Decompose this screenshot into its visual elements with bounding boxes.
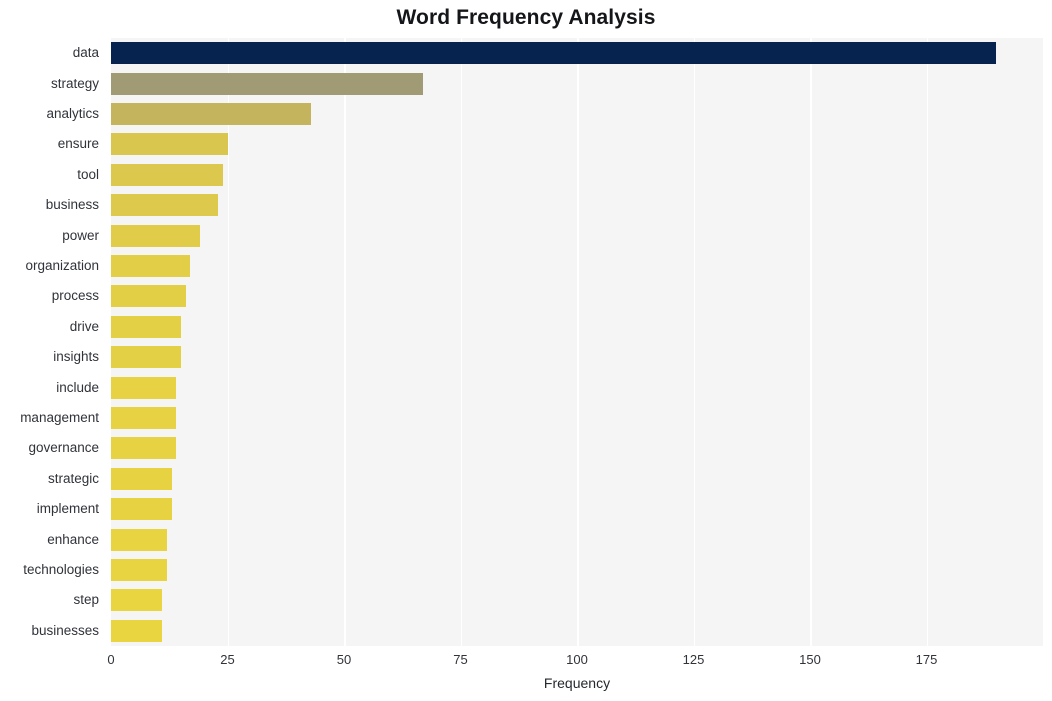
x-axis-title: Frequency: [111, 675, 1043, 691]
y-tick-label-analytics: analytics: [0, 107, 99, 121]
y-tick-label-implement: implement: [0, 502, 99, 516]
bar-fill: [111, 133, 228, 155]
bar-fill: [111, 225, 200, 247]
bar-fill: [111, 498, 172, 520]
plot-area: [111, 38, 1043, 646]
bar-fill: [111, 346, 181, 368]
bar-fill: [111, 437, 176, 459]
bar-strategy: [111, 73, 423, 95]
bar-fill: [111, 73, 423, 95]
y-tick-label-organization: organization: [0, 259, 99, 273]
bar-strategic: [111, 468, 172, 490]
y-tick-label-process: process: [0, 289, 99, 303]
bar-fill: [111, 164, 223, 186]
bar-fill: [111, 529, 167, 551]
y-tick-label-strategy: strategy: [0, 77, 99, 91]
bar-fill: [111, 285, 186, 307]
word-frequency-chart: Word Frequency Analysis data strategy anal…: [0, 0, 1052, 701]
bar-fill: [111, 255, 190, 277]
bar-fill: [111, 42, 996, 64]
y-tick-label-data: data: [0, 46, 99, 60]
bar-insights: [111, 346, 181, 368]
bar-include: [111, 377, 176, 399]
bar-management: [111, 407, 176, 429]
y-tick-label-business: business: [0, 198, 99, 212]
bar-organization: [111, 255, 190, 277]
bar-fill: [111, 103, 311, 125]
bar-implement: [111, 498, 172, 520]
y-tick-label-include: include: [0, 381, 99, 395]
bar-ensure: [111, 133, 228, 155]
y-tick-label-ensure: ensure: [0, 137, 99, 151]
x-tick-label-125: 125: [683, 652, 705, 667]
bar-technologies: [111, 559, 167, 581]
bar-fill: [111, 377, 176, 399]
bar-fill: [111, 468, 172, 490]
bar-fill: [111, 589, 162, 611]
bar-data: [111, 42, 996, 64]
bar-governance: [111, 437, 176, 459]
bar-fill: [111, 559, 167, 581]
y-tick-label-technologies: technologies: [0, 563, 99, 577]
y-tick-label-enhance: enhance: [0, 533, 99, 547]
bar-process: [111, 285, 186, 307]
bar-fill: [111, 194, 218, 216]
y-tick-label-insights: insights: [0, 350, 99, 364]
y-tick-label-step: step: [0, 593, 99, 607]
bars-layer: [111, 38, 1043, 646]
x-tick-label-175: 175: [916, 652, 938, 667]
x-tick-label-25: 25: [220, 652, 234, 667]
bar-step: [111, 589, 162, 611]
bar-business: [111, 194, 218, 216]
bar-fill: [111, 407, 176, 429]
x-tick-label-50: 50: [337, 652, 351, 667]
bar-fill: [111, 316, 181, 338]
y-tick-label-tool: tool: [0, 168, 99, 182]
y-tick-label-drive: drive: [0, 320, 99, 334]
x-tick-label-0: 0: [107, 652, 114, 667]
x-tick-label-75: 75: [453, 652, 467, 667]
y-tick-label-businesses: businesses: [0, 624, 99, 638]
x-tick-label-150: 150: [799, 652, 821, 667]
y-tick-label-management: management: [0, 411, 99, 425]
bar-fill: [111, 620, 162, 642]
bar-tool: [111, 164, 223, 186]
bar-drive: [111, 316, 181, 338]
x-axis-tick-labels: 0 25 50 75 100 125 150 175: [0, 652, 1052, 672]
chart-title: Word Frequency Analysis: [0, 6, 1052, 30]
y-tick-label-power: power: [0, 229, 99, 243]
bar-analytics: [111, 103, 311, 125]
y-axis-labels: data strategy analytics ensure tool business p…: [0, 38, 105, 646]
x-tick-label-100: 100: [566, 652, 588, 667]
y-tick-label-governance: governance: [0, 441, 99, 455]
bar-power: [111, 225, 200, 247]
y-tick-label-strategic: strategic: [0, 472, 99, 486]
bar-enhance: [111, 529, 167, 551]
bar-businesses: [111, 620, 162, 642]
